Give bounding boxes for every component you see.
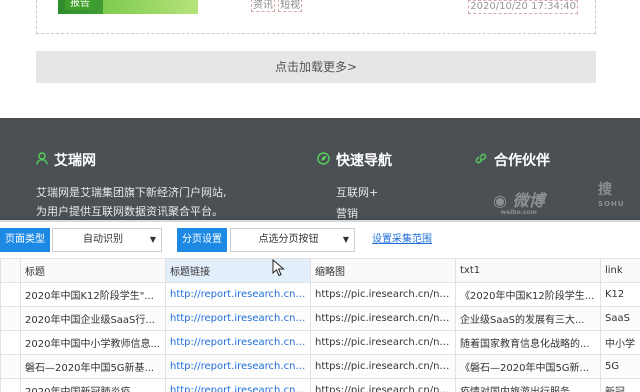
user-icon	[36, 151, 48, 169]
table-cell[interactable]: http://report.iresearch.cn/re...	[165, 354, 311, 379]
column-header[interactable]: link	[600, 258, 640, 283]
row-index-cell	[0, 354, 21, 379]
table-cell[interactable]: 《磐石—2020年中国5G新...	[455, 354, 601, 379]
table-cell[interactable]: 《2020年中国K12阶段学生...	[455, 282, 601, 307]
row-index-cell	[0, 282, 21, 307]
table-cell[interactable]: http://report.iresearch.cn/re...	[165, 306, 311, 331]
table-cell[interactable]: 2020年中国新冠肺炎疫...	[20, 378, 166, 392]
footer-about-line: 艾瑞网是艾瑞集团旗下新经济门户网站,	[36, 186, 227, 199]
footer-brand-title: 艾瑞网	[54, 153, 96, 169]
column-header[interactable]: 缩略图	[310, 258, 456, 283]
table-cell[interactable]: 2020年中国K12阶段学生"...	[20, 282, 166, 307]
tag-link[interactable]: 资讯	[251, 0, 275, 12]
table-cell[interactable]: http://report.iresearch.cn/re...	[165, 282, 311, 307]
weibo-eye-icon: ◉	[493, 191, 507, 210]
footer-partners-title: 合作伙伴	[494, 153, 550, 169]
footer-partners: 合作伙伴	[474, 151, 550, 169]
table-cell[interactable]: 5G	[600, 354, 640, 379]
pagination-label: 分页设置	[177, 228, 227, 252]
page-type-select[interactable]: 自动识别 ▼	[52, 228, 162, 252]
footer-nav: 快速导航 互联网+ 营销	[317, 151, 392, 223]
table-cell[interactable]: 随着国家教育信息化战略的...	[455, 330, 601, 355]
table-cell[interactable]: http://report.iresearch.cn/re...	[165, 330, 311, 355]
caret-down-icon: ▼	[342, 235, 349, 244]
table-cell[interactable]: http://report.iresearch.cn/re...	[165, 378, 311, 392]
article-tags: 资讯 短视	[251, 0, 303, 12]
table-cell[interactable]: 2020年中国中小学教师信息...	[20, 330, 166, 355]
article-date: 2020/10/20 17:34:40	[468, 0, 578, 14]
table-cell[interactable]: 磐石—2020年中国5G新基...	[20, 354, 166, 379]
table-row[interactable]: 2020年中国企业级SaaS行... http://report.iresear…	[0, 306, 640, 331]
column-header[interactable]: 标题	[20, 258, 166, 283]
compass-icon	[317, 151, 330, 169]
table-cell[interactable]: https://pic.iresearch.cn/new...	[310, 378, 456, 392]
table-row[interactable]: 2020年中国中小学教师信息... http://report.iresearc…	[0, 330, 640, 355]
row-index-cell	[0, 378, 21, 392]
row-index-cell	[0, 306, 21, 331]
table-cell[interactable]: https://pic.iresearch.cn/new...	[310, 354, 456, 379]
column-header[interactable]: 标题链接	[165, 258, 311, 283]
collect-range-link[interactable]: 设置采集范围	[372, 228, 432, 252]
pagination-select[interactable]: 点选分页按钮 ▼	[230, 228, 355, 252]
data-table: 标题 标题链接 缩略图 txt1 link 2020年中国K12阶段学生"...…	[0, 258, 640, 392]
caret-down-icon: ▼	[149, 235, 156, 244]
row-index-header	[0, 258, 21, 283]
thumbnail-graphic	[103, 0, 198, 14]
table-row[interactable]: 磐石—2020年中国5G新基... http://report.iresearc…	[0, 354, 640, 379]
table-cell[interactable]: 2020年中国企业级SaaS行...	[20, 306, 166, 331]
page-type-label: 页面类型	[0, 228, 50, 252]
row-index-cell	[0, 330, 21, 355]
report-badge: 报告	[65, 0, 95, 10]
footer-nav-title: 快速导航	[336, 153, 392, 169]
scraper-toolbar: 页面类型 自动识别 ▼ 分页设置 点选分页按钮 ▼ 设置采集范围	[0, 228, 640, 252]
scraper-panel: 页面类型 自动识别 ▼ 分页设置 点选分页按钮 ▼ 设置采集范围 标题 标题链接…	[0, 220, 640, 392]
load-more-button[interactable]: 点击加载更多>	[36, 51, 596, 83]
table-cell[interactable]: K12	[600, 282, 640, 307]
table-cell[interactable]: https://pic.iresearch.cn/new...	[310, 282, 456, 307]
table-cell[interactable]: 疫情对国内旅游出行服务...	[455, 378, 601, 392]
table-row[interactable]: 2020年中国新冠肺炎疫... http://report.iresearch.…	[0, 378, 640, 392]
footer-about: 艾瑞网 艾瑞网是艾瑞集团旗下新经济门户网站, 为用户提供互联网数据资讯聚合平台。	[36, 151, 227, 221]
column-header[interactable]: txt1	[455, 258, 601, 283]
table-cell[interactable]: SaaS	[600, 306, 640, 331]
footer-nav-link[interactable]: 互联网+	[336, 183, 392, 202]
mouse-cursor-icon	[272, 259, 285, 277]
weibo-logo[interactable]: ◉ 微博 weibo.com	[493, 187, 545, 216]
table-cell[interactable]: https://pic.iresearch.cn/new...	[310, 306, 456, 331]
table-row[interactable]: 2020年中国K12阶段学生"... http://report.iresear…	[0, 282, 640, 307]
table-cell[interactable]: 新冠	[600, 378, 640, 392]
footer-about-line: 为用户提供互联网数据资讯聚合平台。	[36, 205, 223, 218]
link-icon	[474, 152, 488, 169]
sohu-logo[interactable]: 搜 SOHU	[598, 183, 625, 211]
table-cell[interactable]: 中小学	[600, 330, 640, 355]
tag-link[interactable]: 短视	[278, 0, 303, 12]
table-header-row: 标题 标题链接 缩略图 txt1 link	[0, 258, 640, 283]
table-cell[interactable]: 企业级SaaS的发展有三大...	[455, 306, 601, 331]
table-cell[interactable]: https://pic.iresearch.cn/new...	[310, 330, 456, 355]
article-card[interactable]: 报告 资讯 短视 2020/10/20 17:34:40	[36, 0, 596, 34]
